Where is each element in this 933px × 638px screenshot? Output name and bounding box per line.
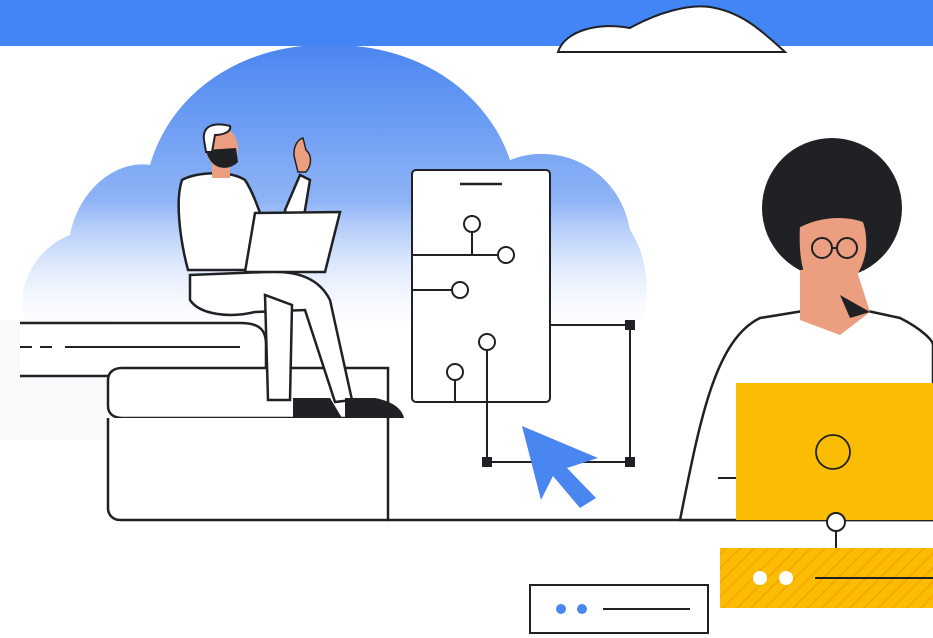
pointer-cursor-icon [522, 426, 598, 508]
top-banner [0, 0, 933, 46]
hatched-card [720, 548, 933, 608]
laptop-icon [243, 210, 342, 274]
background-cloud [22, 44, 647, 330]
illustration-canvas [0, 0, 933, 638]
device-panel [411, 169, 551, 403]
two-dot-indicator-icon [529, 584, 709, 634]
scene [0, 0, 933, 634]
yellow-laptop [736, 383, 933, 520]
